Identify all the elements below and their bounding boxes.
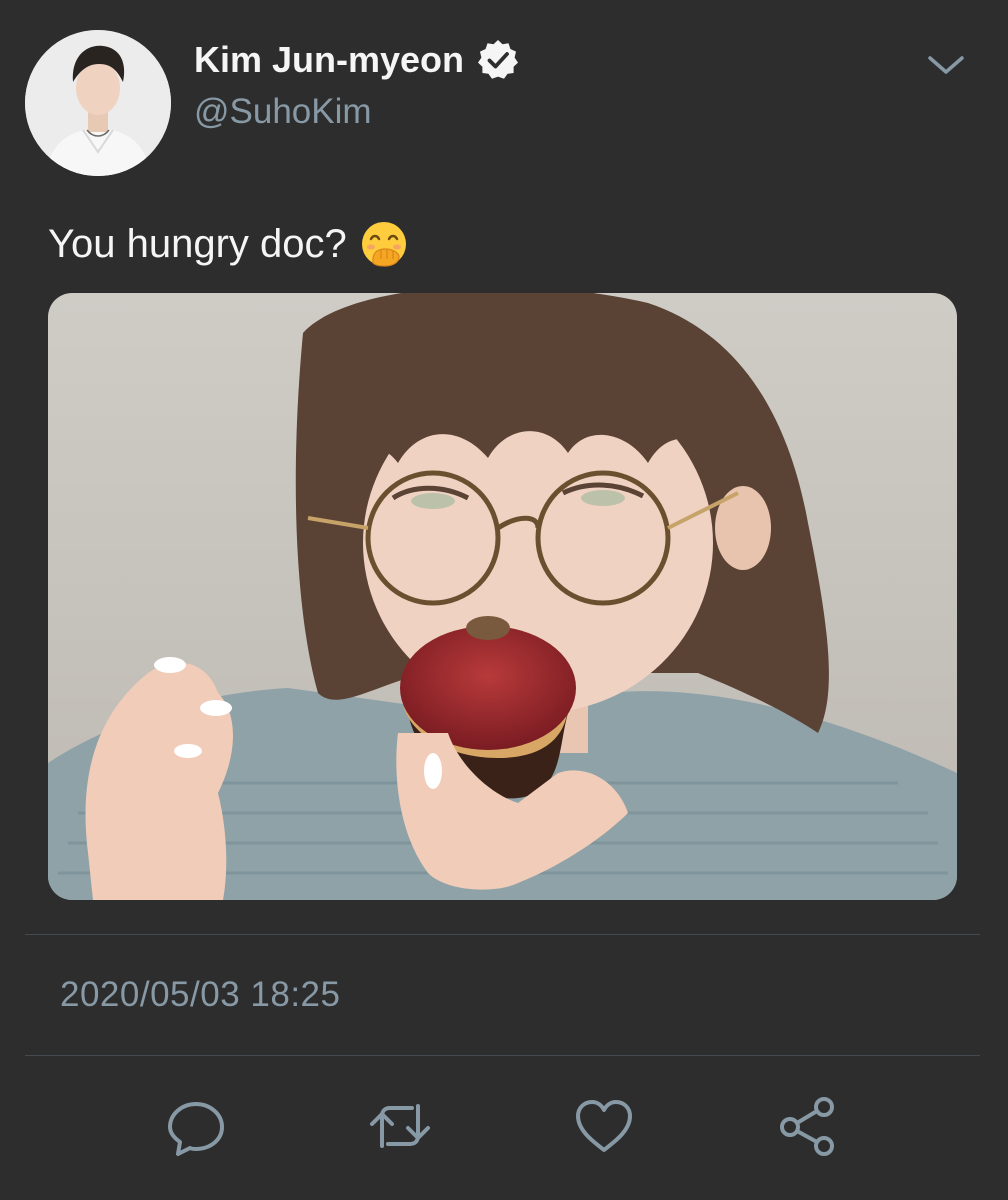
share-icon[interactable] xyxy=(776,1094,840,1158)
tweet-text: You hungry doc? xyxy=(48,221,347,266)
divider-top xyxy=(25,934,980,935)
tweet-timestamp[interactable]: 2020/05/03 18:25 xyxy=(60,975,340,1015)
avatar[interactable] xyxy=(25,30,171,176)
tweet-header: Kim Jun-myeon @SuhoKim xyxy=(0,0,1008,190)
heart-icon[interactable] xyxy=(572,1094,636,1158)
chevron-down-icon[interactable] xyxy=(920,40,972,88)
retweet-icon[interactable] xyxy=(368,1094,432,1158)
hand-over-mouth-emoji xyxy=(359,219,409,269)
reply-icon[interactable] xyxy=(164,1094,228,1158)
divider-bottom xyxy=(25,1055,980,1056)
author-display-name[interactable]: Kim Jun-myeon xyxy=(194,39,464,81)
verified-badge-icon xyxy=(476,38,520,82)
tweet-detail: Kim Jun-myeon @SuhoKim You hungry doc? 2… xyxy=(0,0,1008,1200)
author-handle[interactable]: @SuhoKim xyxy=(194,92,372,132)
author-name-row: Kim Jun-myeon xyxy=(194,36,520,84)
tweet-body: You hungry doc? xyxy=(48,216,409,272)
tweet-action-bar xyxy=(0,1090,1008,1160)
tweet-photo[interactable] xyxy=(48,293,957,900)
